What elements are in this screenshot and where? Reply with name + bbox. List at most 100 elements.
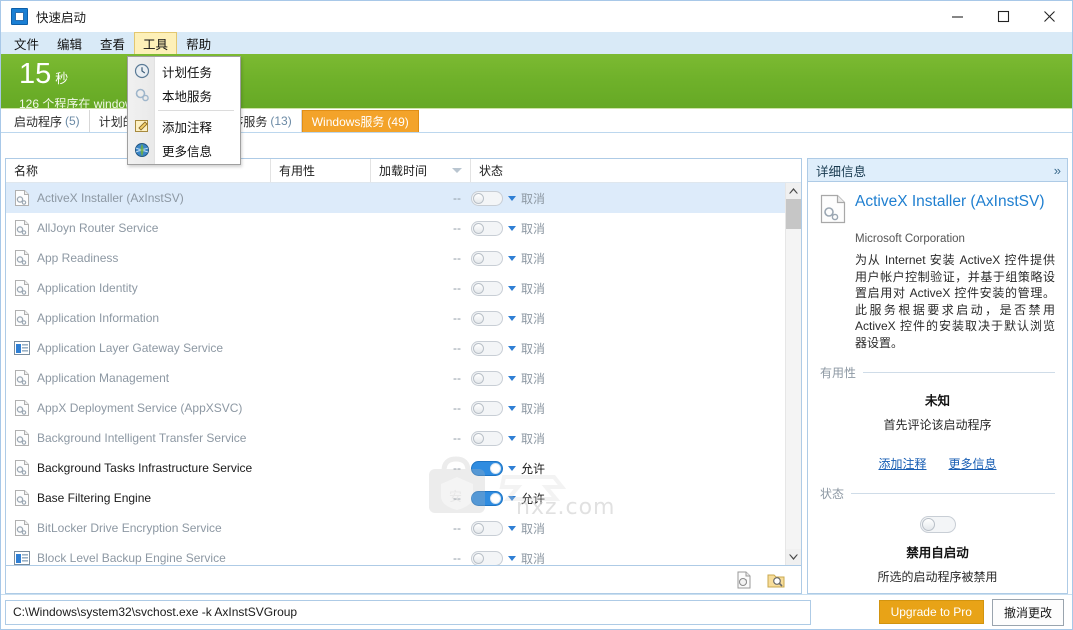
row-toggle[interactable]	[471, 430, 503, 446]
row-toggle[interactable]	[471, 250, 503, 266]
vertical-scrollbar[interactable]	[785, 183, 801, 565]
row-toggle[interactable]	[471, 520, 503, 536]
chevron-down-icon[interactable]	[508, 345, 516, 351]
row-state-label: 取消	[521, 551, 546, 566]
row-load-time-cell: --	[371, 311, 471, 325]
menu-item-scheduled-tasks[interactable]: 计划任务	[128, 59, 240, 83]
chevron-down-icon[interactable]	[508, 525, 516, 531]
folder-search-icon[interactable]	[767, 571, 785, 589]
chevron-down-icon[interactable]	[508, 285, 516, 291]
row-toggle[interactable]	[471, 490, 503, 506]
row-load-time-cell: --	[371, 371, 471, 385]
row-state-label: 取消	[521, 191, 546, 206]
undo-changes-button[interactable]: 撤消更改	[991, 598, 1064, 626]
load-time-value: --	[453, 221, 461, 235]
tab-windows-services[interactable]: Windows服务 (49)	[301, 110, 419, 132]
close-button[interactable]	[1026, 1, 1072, 32]
row-toggle[interactable]	[471, 370, 503, 386]
state-section-header: 状态	[820, 485, 1055, 502]
chevron-down-icon[interactable]	[508, 225, 516, 231]
chevron-down-icon[interactable]	[508, 405, 516, 411]
service-name: App Readiness	[37, 251, 119, 265]
expand-chevron-icon[interactable]: »	[1054, 163, 1061, 178]
chevron-down-icon[interactable]	[508, 375, 516, 381]
load-time-value: --	[453, 191, 461, 205]
row-state-label: 取消	[521, 251, 546, 266]
table-row[interactable]: Application Information -- 取消	[6, 303, 801, 333]
maximize-button[interactable]	[980, 1, 1026, 32]
chevron-down-icon[interactable]	[508, 465, 516, 471]
row-state-cell: 取消	[471, 190, 611, 207]
state-note: 所选的启动程序被禁用	[877, 570, 998, 584]
status-bar: C:\Windows\system32\svchost.exe -k AxIns…	[1, 594, 1072, 629]
row-name-cell: Background Tasks Infrastructure Service	[6, 460, 271, 476]
table-row[interactable]: Base Filtering Engine -- 允许	[6, 483, 801, 513]
table-row[interactable]: ActiveX Installer (AxInstSV) -- 取消	[6, 183, 801, 213]
chevron-down-icon[interactable]	[508, 555, 516, 561]
row-state-cell: 允许	[471, 460, 611, 477]
row-state-cell: 允许	[471, 490, 611, 507]
menu-item-local-services[interactable]: 本地服务	[128, 83, 240, 107]
table-row[interactable]: AppX Deployment Service (AppXSVC) -- 取消	[6, 393, 801, 423]
service-file-icon	[14, 430, 30, 446]
add-comment-link[interactable]: 添加注释	[878, 455, 926, 472]
menu-item-more-info[interactable]: 更多信息	[128, 138, 240, 162]
row-state-label: 取消	[521, 311, 546, 326]
table-row[interactable]: Background Tasks Infrastructure Service -…	[6, 453, 801, 483]
row-toggle[interactable]	[471, 310, 503, 326]
row-name-cell: Base Filtering Engine	[6, 490, 271, 506]
chevron-down-icon[interactable]	[508, 255, 516, 261]
row-state-label: 取消	[521, 521, 546, 536]
tab-startup-programs[interactable]: 启动程序 (5)	[5, 110, 90, 132]
row-state-label: 取消	[521, 401, 546, 416]
row-toggle[interactable]	[471, 400, 503, 416]
row-toggle[interactable]	[471, 460, 503, 476]
more-info-link[interactable]: 更多信息	[949, 455, 997, 472]
menu-view[interactable]: 查看	[91, 32, 134, 54]
menu-edit[interactable]: 编辑	[48, 32, 91, 54]
upgrade-to-pro-button[interactable]: Upgrade to Pro	[878, 600, 984, 624]
globe-icon	[134, 142, 150, 158]
row-toggle[interactable]	[471, 280, 503, 296]
chevron-down-icon[interactable]	[508, 435, 516, 441]
scroll-up-arrow[interactable]	[786, 183, 801, 199]
boot-time-value: 15 秒	[19, 58, 69, 90]
minimize-button[interactable]	[934, 1, 980, 32]
row-state-cell: 取消	[471, 340, 611, 357]
details-body: ActiveX Installer (AxInstSV) Microsoft C…	[807, 182, 1068, 594]
report-icon[interactable]	[735, 571, 753, 589]
menu-tools[interactable]: 工具	[134, 32, 178, 54]
menu-file[interactable]: 文件	[5, 32, 48, 54]
row-toggle[interactable]	[471, 550, 503, 565]
table-row[interactable]: Application Identity -- 取消	[6, 273, 801, 303]
title-bar: 快速启动	[1, 1, 1072, 32]
chevron-down-icon[interactable]	[508, 195, 516, 201]
tab-count: (13)	[270, 114, 292, 128]
table-row[interactable]: AllJoyn Router Service -- 取消	[6, 213, 801, 243]
menu-help[interactable]: 帮助	[177, 32, 220, 54]
table-row[interactable]: App Readiness -- 取消	[6, 243, 801, 273]
column-header-availability[interactable]: 有用性	[271, 159, 371, 182]
table-row[interactable]: BitLocker Drive Encryption Service -- 取消	[6, 513, 801, 543]
details-description: 为从 Internet 安装 ActiveX 控件提供用户帐户控制验证，并基于组…	[855, 253, 1055, 350]
scrollbar-thumb[interactable]	[786, 199, 801, 229]
table-row[interactable]: Background Intelligent Transfer Service -…	[6, 423, 801, 453]
scroll-down-arrow[interactable]	[786, 549, 801, 565]
column-header-state[interactable]: 状态	[471, 159, 571, 182]
menu-item-add-comment[interactable]: 添加注释	[128, 114, 240, 138]
chevron-down-icon[interactable]	[508, 495, 516, 501]
chevron-down-icon[interactable]	[508, 315, 516, 321]
row-state-cell: 取消	[471, 370, 611, 387]
row-toggle[interactable]	[471, 190, 503, 206]
row-name-cell: AppX Deployment Service (AppXSVC)	[6, 400, 271, 416]
table-row[interactable]: Application Layer Gateway Service -- 取消	[6, 333, 801, 363]
column-header-load-time[interactable]: 加载时间	[371, 159, 471, 182]
edit-note-icon	[134, 118, 150, 134]
row-state-cell: 取消	[471, 250, 611, 267]
table-row[interactable]: Block Level Backup Engine Service -- 取消	[6, 543, 801, 565]
row-toggle[interactable]	[471, 340, 503, 356]
table-row[interactable]: Application Management -- 取消	[6, 363, 801, 393]
row-toggle[interactable]	[471, 220, 503, 236]
service-file-icon	[14, 190, 30, 206]
startup-state-toggle[interactable]	[919, 516, 956, 533]
